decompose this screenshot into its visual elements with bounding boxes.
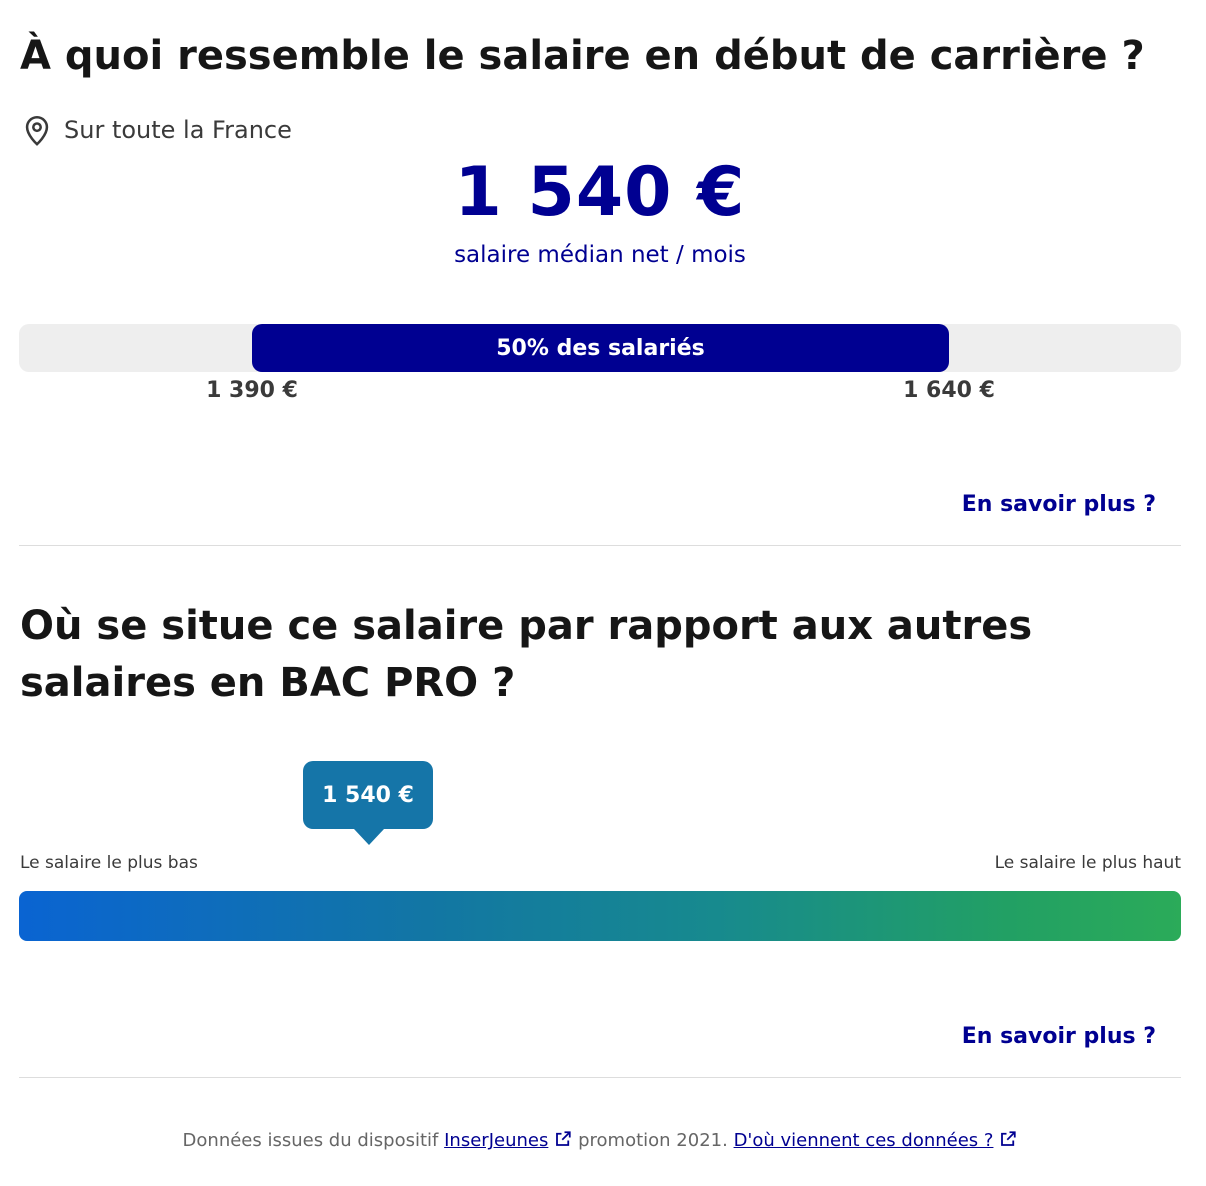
salary-range-low: 1 390 €: [206, 378, 298, 403]
salary-marker-value: 1 540 €: [322, 782, 414, 808]
footer-prefix: Données issues du dispositif: [182, 1130, 439, 1151]
learn-more-link-comparison[interactable]: En savoir plus ?: [962, 1024, 1156, 1049]
data-source-footer: Données issues du dispositif InserJeunes…: [0, 1130, 1200, 1151]
location-label: Sur toute la France: [64, 116, 292, 144]
scale-high-label: Le salaire le plus haut: [994, 853, 1181, 873]
median-salary-label: salaire médian net / mois: [454, 242, 746, 268]
section-divider: [19, 1077, 1181, 1078]
external-link-icon: [556, 1131, 572, 1146]
location-indicator: Sur toute la France: [20, 110, 292, 150]
section-divider: [19, 545, 1181, 546]
inserjeunes-link[interactable]: InserJeunes: [444, 1130, 572, 1151]
data-origin-link[interactable]: D'où viennent ces données ?: [734, 1130, 1018, 1151]
learn-more-link-salary[interactable]: En savoir plus ?: [962, 492, 1156, 517]
salary-range-high: 1 640 €: [903, 378, 995, 403]
salary-marker-tooltip: 1 540 €: [303, 761, 433, 829]
scale-low-label: Le salaire le plus bas: [20, 853, 198, 873]
salary-range-fill: 50% des salariés: [252, 324, 949, 372]
map-pin-icon: [25, 115, 49, 146]
external-link-icon: [1001, 1131, 1017, 1146]
salary-range-label: 50% des salariés: [496, 335, 705, 361]
salary-start-title: À quoi ressemble le salaire en début de …: [20, 33, 1145, 79]
footer-middle: promotion 2021.: [578, 1130, 728, 1151]
inserjeunes-link-label: InserJeunes: [444, 1130, 549, 1151]
tooltip-arrow: [354, 829, 384, 845]
median-salary-value: 1 540 €: [454, 153, 746, 232]
salary-gradient-scale: [19, 891, 1181, 941]
salary-comparison-title: Où se situe ce salaire par rapport aux a…: [20, 603, 1033, 706]
data-origin-link-label: D'où viennent ces données ?: [733, 1130, 994, 1151]
